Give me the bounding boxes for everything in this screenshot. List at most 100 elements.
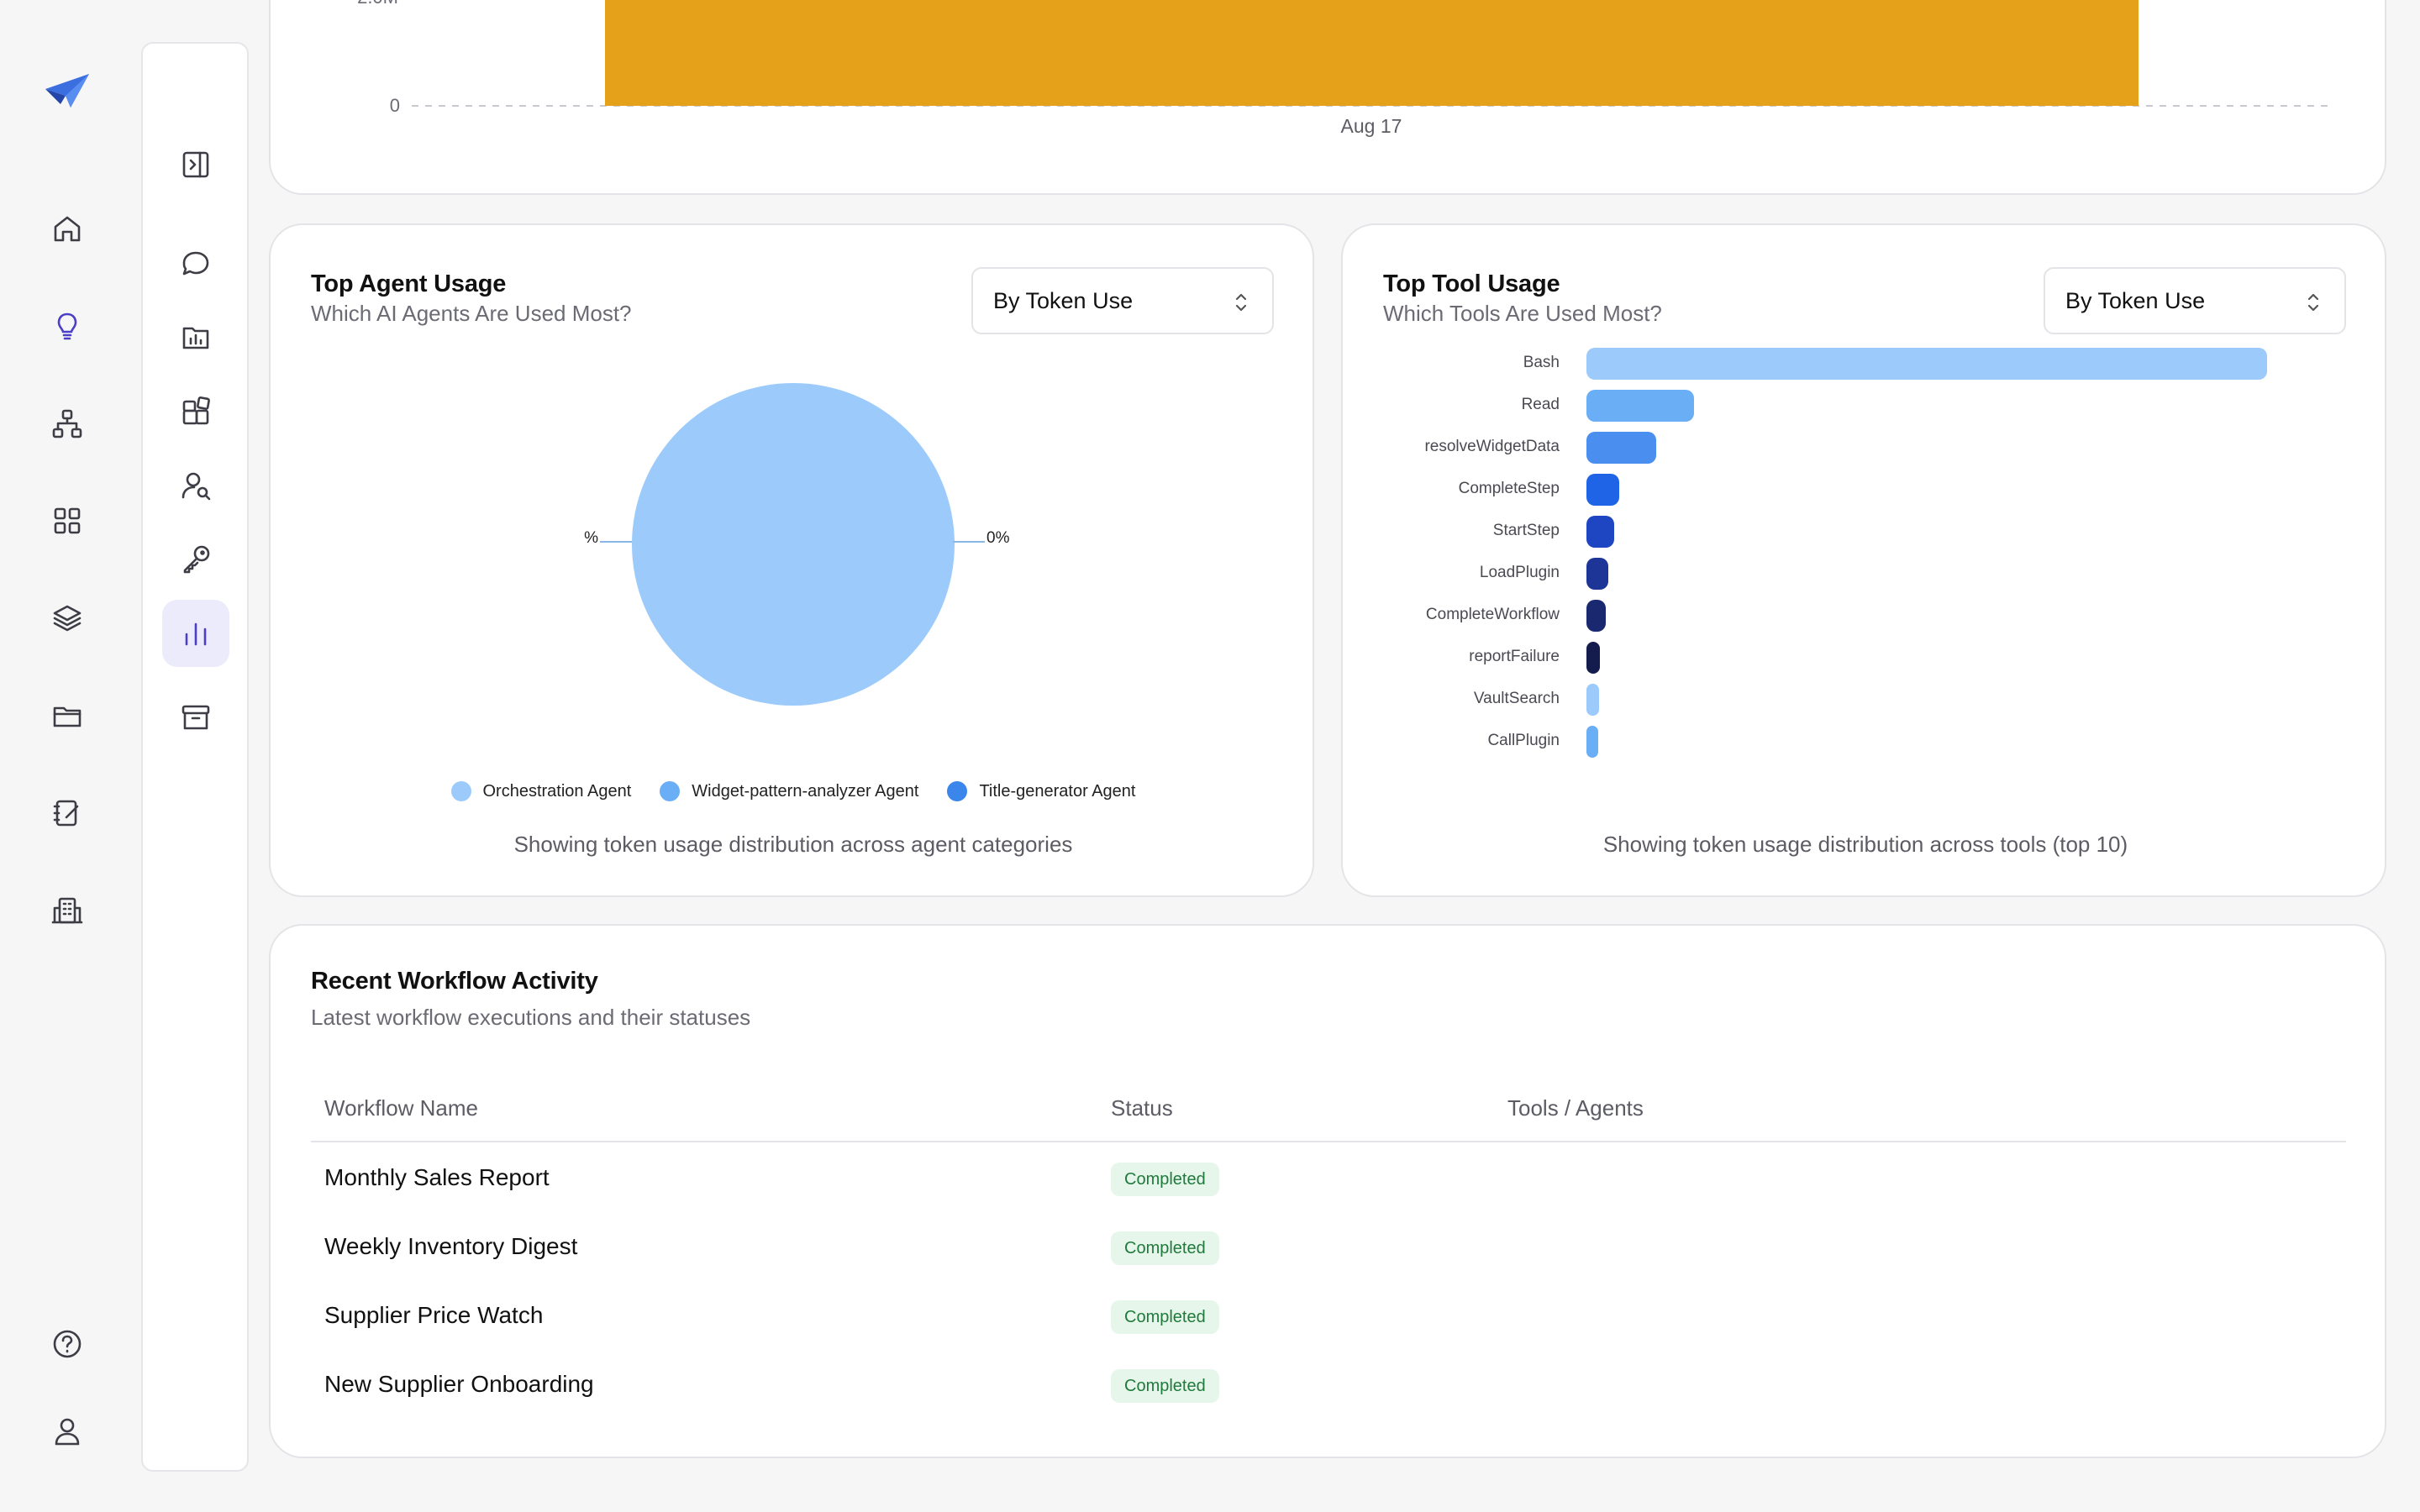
y-tick-zero: 0 <box>390 95 400 116</box>
legend-item-widget-pattern-analyzer[interactable]: Widget-pattern-analyzer Agent <box>660 781 918 801</box>
help-icon <box>53 1330 82 1358</box>
rail-insights-button[interactable] <box>42 301 92 351</box>
legend-swatch <box>660 781 681 801</box>
chat-icon <box>182 251 209 276</box>
building-icon <box>51 897 83 924</box>
tool-bar-reportfailure[interactable] <box>1586 642 1601 674</box>
workflow-card-subtitle: Latest workflow executions and their sta… <box>311 1005 751 1030</box>
status-badge: Completed <box>1111 1231 1219 1265</box>
x-tick-label: Aug 17 <box>1341 115 1402 137</box>
table-row[interactable]: Weekly Inventory Digest Completed <box>311 1231 2346 1284</box>
sidebar-widgets-button[interactable] <box>162 378 229 445</box>
legend-label: Widget-pattern-analyzer Agent <box>692 781 919 801</box>
rail-notes-button[interactable] <box>42 788 92 838</box>
user-icon <box>55 1418 80 1446</box>
workflow-table: Workflow Name Status Tools / Agents Mont… <box>311 1094 2346 1430</box>
rail-organization-button[interactable] <box>42 885 92 936</box>
tool-label: reportFailure <box>1469 648 1560 665</box>
tool-label: CallPlugin <box>1487 732 1560 749</box>
bar-chart-icon <box>185 622 207 646</box>
tool-bar-bash[interactable] <box>1586 348 2267 380</box>
status-badge: Completed <box>1111 1369 1219 1403</box>
table-row[interactable]: Monthly Sales Report Completed <box>311 1163 2346 1215</box>
workflow-name: Supplier Price Watch <box>324 1302 544 1328</box>
workflow-name: Monthly Sales Report <box>324 1164 550 1190</box>
notebook-icon <box>53 800 79 827</box>
tool-bar-startstep[interactable] <box>1586 516 1615 548</box>
tool-bar-chart: Bash Read resolveWidgetData CompleteStep Sta… <box>1343 225 2388 899</box>
workflow-name: Weekly Inventory Digest <box>324 1233 578 1259</box>
table-header-divider <box>311 1141 2346 1142</box>
archive-icon <box>182 705 210 730</box>
sitemap-icon <box>52 409 82 438</box>
rail-home-button[interactable] <box>42 203 92 254</box>
rail-apps-button[interactable] <box>42 496 92 546</box>
tool-bar-resolvewidgetdata[interactable] <box>1586 432 1656 464</box>
token-timeline-chart: 2.0M 0 Aug 17 <box>357 0 2328 137</box>
tool-card-caption: Showing token usage distribution across … <box>1602 832 2128 857</box>
tool-label: Read <box>1521 396 1560 413</box>
key-icon <box>183 545 210 574</box>
y-tick-top: 2.0M <box>357 0 398 8</box>
app-logo-icon[interactable] <box>42 71 92 113</box>
tool-bar-completeworkflow[interactable] <box>1586 600 1607 632</box>
column-header-status[interactable]: Status <box>1111 1095 1173 1121</box>
top-tool-usage-card: Top Tool Usage Which Tools Are Used Most… <box>1341 223 2386 897</box>
agent-legend: Orchestration Agent Widget-pattern-analy… <box>271 781 1316 801</box>
legend-item-orchestration[interactable]: Orchestration Agent <box>450 781 632 801</box>
home-icon <box>54 216 81 242</box>
legend-item-title-generator[interactable]: Title-generator Agent <box>947 781 1135 801</box>
user-search-icon <box>182 472 211 501</box>
column-header-workflow-name[interactable]: Workflow Name <box>324 1095 478 1121</box>
grid-icon <box>54 507 81 534</box>
recent-workflow-card: Recent Workflow Activity Latest workflow… <box>269 924 2386 1458</box>
rail-files-button[interactable] <box>42 690 92 741</box>
tool-label: CompleteStep <box>1458 480 1560 497</box>
tool-bar-completestep[interactable] <box>1586 474 1619 506</box>
tool-bar-read[interactable] <box>1586 390 1694 422</box>
top-agent-usage-card: Top Agent Usage Which AI Agents Are Used… <box>269 223 1314 897</box>
status-badge: Completed <box>1111 1300 1219 1334</box>
tool-label: StartStep <box>1492 522 1560 539</box>
tool-bar-loadplugin[interactable] <box>1586 558 1608 590</box>
tool-label: VaultSearch <box>1473 690 1560 707</box>
folder-icon <box>53 706 82 727</box>
sidebar-users-button[interactable] <box>162 452 229 519</box>
timeline-bar-aug-17[interactable] <box>605 0 2139 106</box>
pie-slice-orchestration-agent[interactable] <box>632 383 955 706</box>
sidebar-toggle-button[interactable] <box>162 131 229 198</box>
sidebar-archive-button[interactable] <box>162 684 229 751</box>
rail-profile-button[interactable] <box>42 1406 92 1457</box>
sidebar-analytics-button[interactable] <box>162 600 229 667</box>
tool-label: resolveWidgetData <box>1424 438 1560 455</box>
rail-help-button[interactable] <box>42 1319 92 1369</box>
sidebar-projects-button[interactable] <box>162 304 229 371</box>
token-timeline-card: 2.0M 0 Aug 17 <box>269 0 2386 195</box>
legend-swatch <box>450 781 471 801</box>
pie-label-right: 0% <box>986 529 1010 547</box>
tool-label: LoadPlugin <box>1479 564 1560 581</box>
sidebar-chat-button[interactable] <box>162 230 229 297</box>
table-row[interactable]: Supplier Price Watch Completed <box>311 1300 2346 1352</box>
legend-label: Orchestration Agent <box>482 781 632 801</box>
status-badge: Completed <box>1111 1163 1219 1196</box>
layers-icon <box>53 605 82 632</box>
column-header-tools-agents[interactable]: Tools / Agents <box>1507 1095 1644 1121</box>
tool-label: CompleteWorkflow <box>1425 606 1560 623</box>
legend-swatch <box>947 781 968 801</box>
widgets-icon <box>182 396 210 425</box>
table-row[interactable]: New Supplier Onboarding Completed <box>311 1369 2346 1421</box>
tool-label: Bash <box>1523 354 1560 371</box>
folder-chart-icon <box>182 327 209 349</box>
app-rail <box>0 0 134 1512</box>
rail-workflows-button[interactable] <box>42 398 92 449</box>
tool-bar-vaultsearch[interactable] <box>1586 684 1599 716</box>
legend-label: Title-generator Agent <box>979 781 1136 801</box>
rail-layers-button[interactable] <box>42 593 92 643</box>
lightbulb-icon <box>57 312 77 340</box>
sidebar-toggle-icon <box>182 151 209 178</box>
agent-card-caption: Showing token usage distribution across … <box>513 832 1073 857</box>
workflow-name: New Supplier Onboarding <box>324 1371 594 1397</box>
tool-bar-callplugin[interactable] <box>1586 726 1598 758</box>
sidebar-keys-button[interactable] <box>162 526 229 593</box>
